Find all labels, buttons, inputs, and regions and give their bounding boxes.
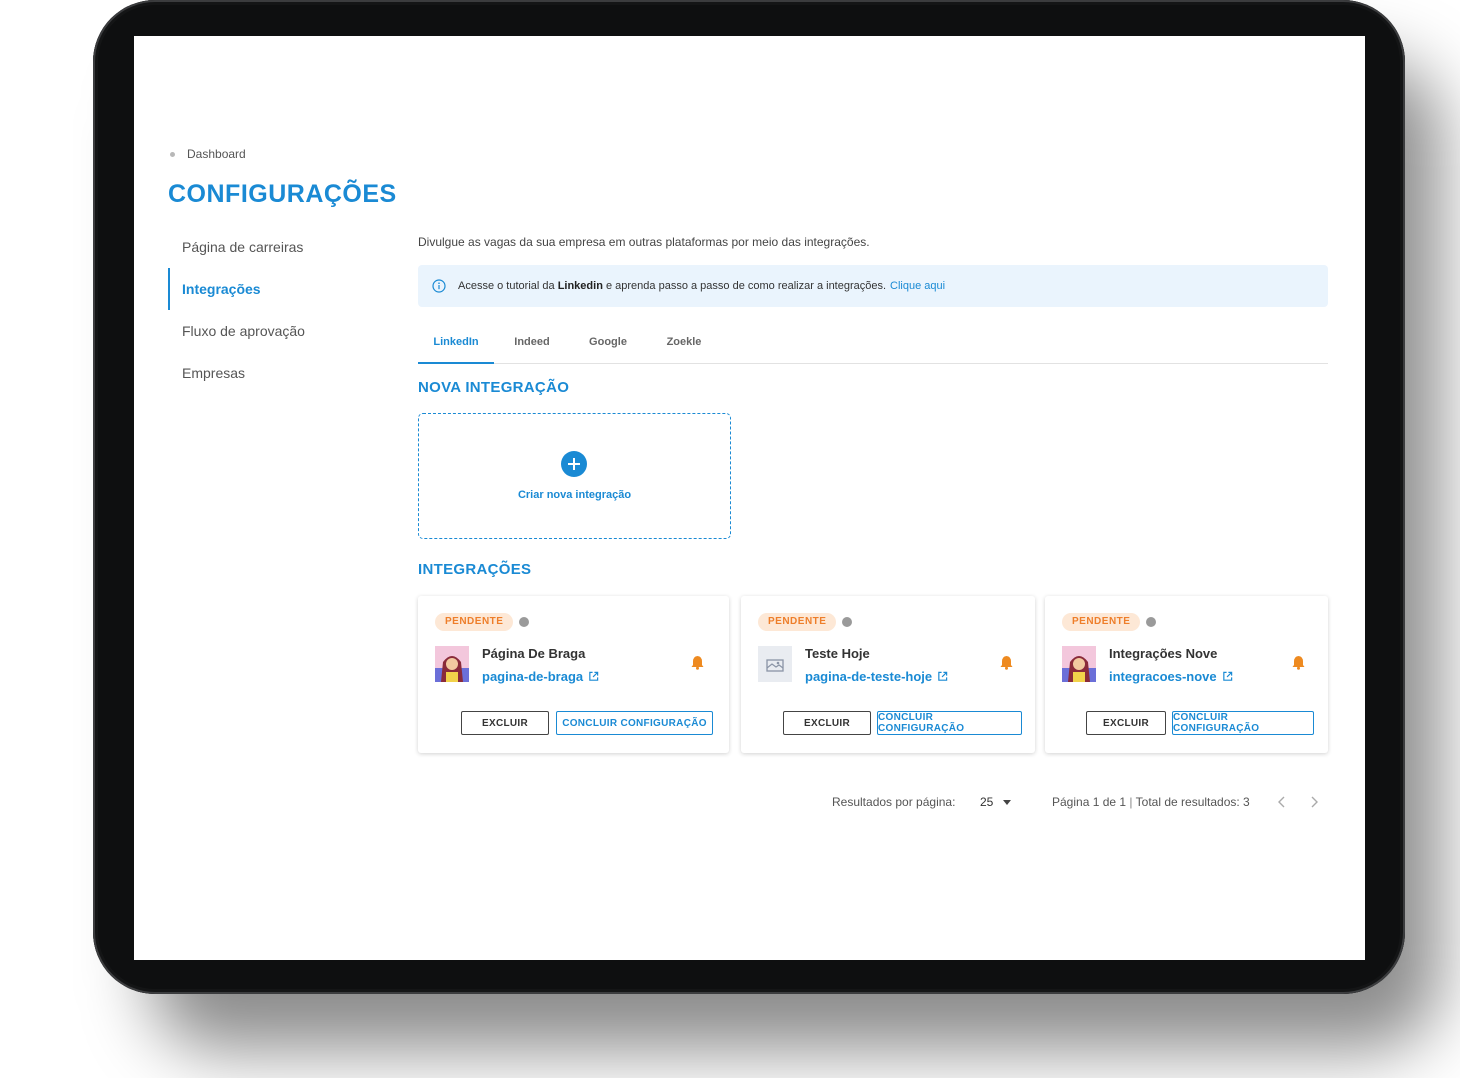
bell-icon[interactable] [1000, 655, 1013, 670]
create-integration-label: Criar nova integração [517, 489, 632, 501]
info-icon [432, 279, 446, 293]
image-placeholder-icon [758, 646, 792, 682]
avatar [435, 646, 469, 682]
page-info: Página 1 de 1 | Total de resultados: 3 [1052, 795, 1250, 809]
finish-setup-button[interactable]: CONCLUIR CONFIGURAÇÃO [556, 711, 713, 735]
status-info-icon[interactable] [1146, 617, 1156, 627]
delete-button[interactable]: EXCLUIR [1086, 711, 1166, 735]
status-badge: PENDENTE [435, 613, 514, 631]
integration-slug: integracoes-nove [1109, 669, 1217, 684]
integration-link[interactable]: pagina-de-braga [482, 669, 599, 684]
status-badge: PENDENTE [758, 613, 837, 631]
finish-setup-button[interactable]: CONCLUIR CONFIGURAÇÃO [877, 711, 1022, 735]
tab-indeed[interactable]: Indeed [494, 328, 570, 363]
tab-google[interactable]: Google [570, 328, 646, 363]
delete-button[interactable]: EXCLUIR [461, 711, 549, 735]
status-badge: PENDENTE [1062, 613, 1141, 631]
sidebar-item-careers-page[interactable]: Página de carreiras [168, 226, 378, 268]
pager-divider: | [1129, 795, 1133, 809]
integration-card: PENDENTE Página De Braga pagina-de-braga… [418, 596, 729, 753]
banner-text-before: Acesse o tutorial da [458, 280, 555, 292]
integration-card: PENDENTE Integrações Nove integracoes-no… [1045, 596, 1328, 753]
total-results: Total de resultados: 3 [1135, 795, 1250, 809]
delete-button[interactable]: EXCLUIR [783, 711, 871, 735]
integration-name: Integrações Nove [1109, 646, 1218, 661]
sidebar-item-approval-flow[interactable]: Fluxo de aprovação [168, 310, 378, 352]
per-page-label: Resultados por página: [832, 795, 956, 809]
bell-icon[interactable] [1292, 655, 1305, 670]
per-page-select[interactable]: 25 [980, 795, 1012, 809]
integration-link[interactable]: integracoes-nove [1109, 669, 1233, 684]
sidebar-nav: Página de carreiras Integrações Fluxo de… [168, 226, 378, 394]
page-title: CONFIGURAÇÕES [168, 180, 397, 208]
intro-text: Divulgue as vagas da sua empresa em outr… [418, 235, 870, 249]
chevron-right-icon[interactable] [1307, 795, 1321, 809]
banner-text-after: e aprenda passo a passo de como realizar… [605, 280, 887, 292]
integration-slug: pagina-de-braga [482, 669, 584, 684]
create-integration-card[interactable]: Criar nova integração [418, 413, 731, 539]
finish-setup-button[interactable]: CONCLUIR CONFIGURAÇÃO [1172, 711, 1314, 735]
external-link-icon [938, 671, 948, 681]
info-banner: Acesse o tutorial da Linkedin e aprenda … [418, 265, 1328, 307]
plus-icon [561, 451, 587, 477]
banner-text-strong: Linkedin [557, 280, 603, 292]
integration-card: PENDENTE Teste Hoje pagina-de-teste-hoje… [741, 596, 1035, 753]
chevron-left-icon[interactable] [1275, 795, 1289, 809]
external-link-icon [1222, 671, 1232, 681]
tutorial-link[interactable]: Clique aqui [890, 280, 945, 292]
per-page-value: 25 [980, 795, 994, 809]
chevron-down-icon [1003, 799, 1012, 805]
page-info-text: Página 1 de 1 [1052, 795, 1127, 809]
breadcrumb-dot [170, 151, 175, 157]
sidebar-item-companies[interactable]: Empresas [168, 352, 378, 394]
tab-linkedin[interactable]: LinkedIn [418, 328, 494, 364]
breadcrumb: Dashboard [170, 147, 246, 161]
integration-name: Página De Braga [482, 646, 586, 661]
status-info-icon[interactable] [519, 617, 529, 627]
external-link-icon [589, 671, 599, 681]
integrations-title: INTEGRAÇÕES [418, 561, 532, 578]
breadcrumb-link[interactable]: Dashboard [187, 147, 246, 161]
sidebar-item-integrations[interactable]: Integrações [168, 268, 378, 310]
avatar [1062, 646, 1096, 682]
status-info-icon[interactable] [842, 617, 852, 627]
app-screen: Dashboard CONFIGURAÇÕES Página de carrei… [134, 36, 1365, 960]
integration-name: Teste Hoje [805, 646, 870, 661]
bell-icon[interactable] [691, 655, 704, 670]
integration-slug: pagina-de-teste-hoje [805, 669, 933, 684]
platform-tabs: LinkedIn Indeed Google Zoekle [418, 328, 1328, 364]
integration-link[interactable]: pagina-de-teste-hoje [805, 669, 948, 684]
new-integration-title: NOVA INTEGRAÇÃO [418, 379, 570, 396]
tab-zoekle[interactable]: Zoekle [646, 328, 722, 363]
